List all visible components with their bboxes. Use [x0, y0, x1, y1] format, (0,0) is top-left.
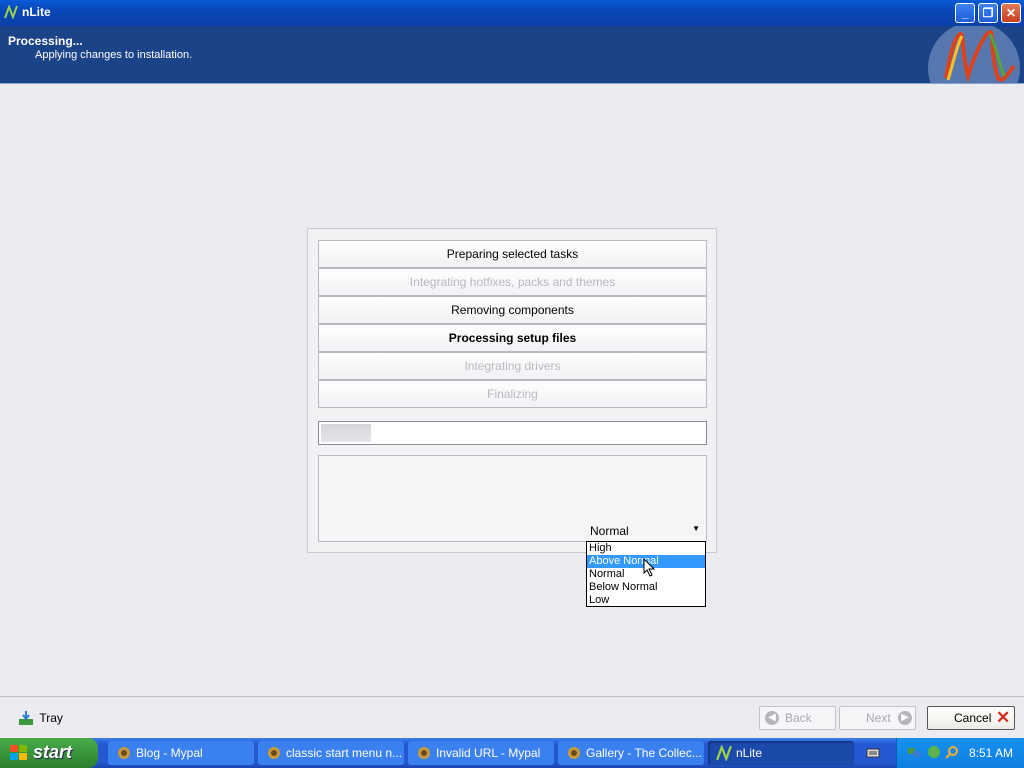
step-integrating-hotfixes: Integrating hotfixes, packs and themes — [318, 268, 707, 296]
taskbar-item-classic-start-menu[interactable]: classic start menu n... — [258, 741, 404, 765]
minimize-button[interactable]: _ — [955, 3, 975, 23]
close-window-button[interactable]: ✕ — [1001, 3, 1021, 23]
mypal-icon — [418, 747, 430, 759]
priority-option-high[interactable]: High — [587, 542, 705, 555]
next-label: Next — [866, 711, 891, 725]
step-finalizing: Finalizing — [318, 380, 707, 408]
tray-icon — [19, 711, 33, 725]
taskbar: start Blog - Mypal classic start menu n.… — [0, 738, 1024, 768]
close-icon: ✕ — [996, 708, 1011, 727]
nlite-app-icon — [4, 5, 18, 19]
start-button[interactable]: start — [0, 738, 98, 768]
step-integrating-drivers: Integrating drivers — [318, 352, 707, 380]
cancel-button[interactable]: Cancel ✕ — [927, 706, 1015, 730]
system-tray: 8:51 AM — [896, 738, 1024, 768]
taskbar-item-label: nLite — [736, 746, 763, 760]
search-icon[interactable] — [945, 745, 959, 759]
back-button[interactable]: ◀ Back — [759, 706, 836, 730]
taskbar-item-blog-mypal[interactable]: Blog - Mypal — [108, 741, 254, 765]
taskbar-item-label: classic start menu n... — [286, 746, 403, 760]
priority-select[interactable]: Normal ▼ — [586, 522, 706, 540]
keyboard-icon[interactable] — [866, 746, 880, 760]
priority-option-below-normal[interactable]: Below Normal — [587, 581, 705, 594]
window-title: nLite — [22, 5, 51, 19]
windows-logo-icon — [10, 745, 27, 760]
taskbar-item-label: Invalid URL - Mypal — [436, 746, 541, 760]
cancel-label: Cancel — [954, 711, 992, 725]
page-header: Processing... Applying changes to instal… — [0, 26, 1024, 84]
next-button[interactable]: Next ▶ — [839, 706, 916, 730]
arrow-left-icon: ◀ — [765, 711, 779, 725]
taskbar-item-nlite[interactable]: nLite — [708, 741, 854, 765]
nlite-logo-icon — [928, 26, 1020, 84]
page-title: Processing... — [8, 34, 83, 48]
progress-bar — [318, 421, 707, 445]
taskbar-item-label: Blog - Mypal — [136, 746, 203, 760]
step-processing-setup-files: Processing setup files — [318, 324, 707, 352]
processing-panel: Preparing selected tasks Integrating hot… — [307, 228, 717, 553]
mypal-icon — [118, 747, 130, 759]
back-label: Back — [785, 711, 812, 725]
chevron-down-icon[interactable]: ▼ — [692, 524, 700, 533]
nlite-app-icon — [716, 745, 732, 761]
update-icon[interactable] — [927, 745, 941, 759]
taskbar-item-label: Gallery - The Collec... — [586, 746, 702, 760]
page-subtitle: Applying changes to installation. — [35, 49, 193, 61]
restore-button[interactable]: ❐ — [978, 3, 998, 23]
taskbar-item-invalid-url[interactable]: Invalid URL - Mypal — [408, 741, 554, 765]
priority-option-low[interactable]: Low — [587, 594, 705, 607]
window-title-bar[interactable]: nLite _ ❐ ✕ — [0, 0, 1024, 26]
step-preparing-tasks: Preparing selected tasks — [318, 240, 707, 268]
system-clock[interactable]: 8:51 AM — [969, 746, 1013, 760]
progress-fill — [321, 424, 371, 442]
mouse-cursor-icon — [643, 558, 656, 577]
start-label: start — [33, 742, 73, 762]
network-icon[interactable] — [907, 745, 921, 759]
arrow-right-icon: ▶ — [898, 711, 912, 725]
mypal-icon — [268, 747, 280, 759]
taskbar-item-gallery[interactable]: Gallery - The Collec... — [558, 741, 704, 765]
priority-selected-value: Normal — [590, 524, 629, 538]
tray-button[interactable]: Tray — [18, 710, 63, 728]
step-removing-components: Removing components — [318, 296, 707, 324]
tray-label: Tray — [39, 711, 63, 725]
mypal-icon — [568, 747, 580, 759]
footer-divider — [0, 696, 1024, 697]
